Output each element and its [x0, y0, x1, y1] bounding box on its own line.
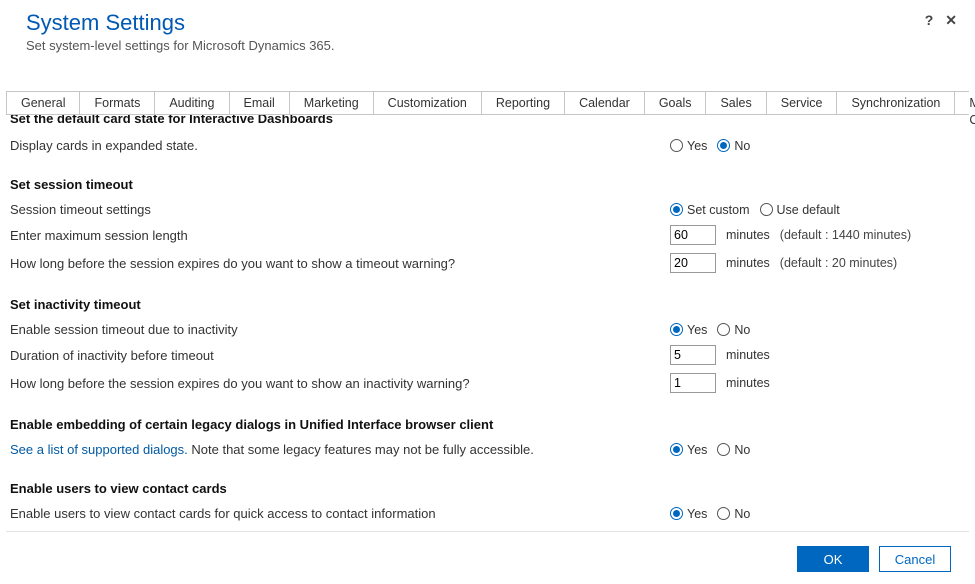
dialog-header: System Settings Set system-level setting…	[0, 0, 975, 61]
tab-general[interactable]: General	[6, 92, 80, 114]
radio-label: No	[734, 507, 750, 521]
radio-contact-yes[interactable]: Yes	[670, 507, 707, 521]
tab-formats[interactable]: Formats	[80, 92, 155, 114]
label-inactivity-duration: Duration of inactivity before timeout	[10, 348, 670, 363]
help-icon[interactable]: ?	[925, 12, 934, 29]
radio-set-custom[interactable]: Set custom	[670, 203, 750, 217]
label-display-cards: Display cards in expanded state.	[10, 138, 670, 153]
row-display-cards: Display cards in expanded state. Yes No	[10, 138, 965, 153]
radio-label: Yes	[687, 323, 707, 337]
radio-legacy-no[interactable]: No	[717, 443, 750, 457]
tab-auditing[interactable]: Auditing	[155, 92, 229, 114]
radio-label: Set custom	[687, 203, 750, 217]
row-enable-inactivity: Enable session timeout due to inactivity…	[10, 322, 965, 337]
tab-marketing[interactable]: Marketing	[290, 92, 374, 114]
close-icon[interactable]: ✕	[945, 12, 957, 29]
page-title: System Settings	[26, 10, 949, 36]
radio-inactivity-no[interactable]: No	[717, 323, 750, 337]
row-inactivity-duration: Duration of inactivity before timeout mi…	[10, 345, 965, 365]
input-max-session-length[interactable]	[670, 225, 716, 245]
section-heading-inactivity: Set inactivity timeout	[10, 297, 965, 312]
input-inactivity-duration[interactable]	[670, 345, 716, 365]
unit-minutes: minutes	[726, 228, 770, 242]
row-inactivity-warning: How long before the session expires do y…	[10, 373, 965, 393]
hint-max-session: (default : 1440 minutes)	[780, 228, 911, 242]
label-max-session-length: Enter maximum session length	[10, 228, 670, 243]
section-heading-session-timeout: Set session timeout	[10, 177, 965, 192]
unit-minutes: minutes	[726, 256, 770, 270]
radio-label: Use default	[777, 203, 840, 217]
cancel-button[interactable]: Cancel	[879, 546, 951, 572]
dialog-footer: OK Cancel	[797, 546, 951, 572]
radio-display-cards-no[interactable]: No	[717, 139, 750, 153]
radio-label: Yes	[687, 139, 707, 153]
label-legacy-note: See a list of supported dialogs. Note th…	[10, 442, 670, 457]
section-heading-legacy-dialogs: Enable embedding of certain legacy dialo…	[10, 417, 965, 432]
tab-bar: GeneralFormatsAuditingEmailMarketingCust…	[6, 91, 969, 115]
tab-service[interactable]: Service	[767, 92, 838, 114]
tab-reporting[interactable]: Reporting	[482, 92, 565, 114]
radio-use-default[interactable]: Use default	[760, 203, 840, 217]
row-legacy-dialogs: See a list of supported dialogs. Note th…	[10, 442, 965, 457]
hint-timeout-warning: (default : 20 minutes)	[780, 256, 897, 270]
radio-label: No	[734, 139, 750, 153]
section-heading-contact-cards: Enable users to view contact cards	[10, 481, 965, 496]
row-timeout-warning: How long before the session expires do y…	[10, 253, 965, 273]
footer-divider	[6, 531, 969, 532]
radio-label: No	[734, 443, 750, 457]
page-subtitle: Set system-level settings for Microsoft …	[26, 38, 949, 53]
text-legacy-note: Note that some legacy features may not b…	[188, 442, 534, 457]
unit-minutes: minutes	[726, 348, 770, 362]
tab-goals[interactable]: Goals	[645, 92, 707, 114]
input-timeout-warning[interactable]	[670, 253, 716, 273]
settings-content: Set the default card state for Interacti…	[0, 115, 975, 525]
radio-label: Yes	[687, 443, 707, 457]
input-inactivity-warning[interactable]	[670, 373, 716, 393]
section-heading-card-state: Set the default card state for Interacti…	[10, 115, 965, 126]
radio-label: Yes	[687, 507, 707, 521]
label-enable-inactivity: Enable session timeout due to inactivity	[10, 322, 670, 337]
radio-contact-no[interactable]: No	[717, 507, 750, 521]
tab-sales[interactable]: Sales	[706, 92, 766, 114]
link-supported-dialogs[interactable]: See a list of supported dialogs.	[10, 442, 188, 457]
unit-minutes: minutes	[726, 376, 770, 390]
row-session-settings: Session timeout settings Set custom Use …	[10, 202, 965, 217]
ok-button[interactable]: OK	[797, 546, 869, 572]
tab-email[interactable]: Email	[230, 92, 290, 114]
label-contact-cards: Enable users to view contact cards for q…	[10, 506, 670, 521]
label-inactivity-warning: How long before the session expires do y…	[10, 376, 670, 391]
tab-synchronization[interactable]: Synchronization	[837, 92, 955, 114]
tab-calendar[interactable]: Calendar	[565, 92, 645, 114]
label-timeout-warning: How long before the session expires do y…	[10, 256, 670, 271]
radio-legacy-yes[interactable]: Yes	[670, 443, 707, 457]
radio-label: No	[734, 323, 750, 337]
label-session-settings: Session timeout settings	[10, 202, 670, 217]
radio-inactivity-yes[interactable]: Yes	[670, 323, 707, 337]
tab-mobile-client[interactable]: Mobile Client	[955, 92, 975, 114]
tab-customization[interactable]: Customization	[374, 92, 482, 114]
row-max-session-length: Enter maximum session length minutes (de…	[10, 225, 965, 245]
radio-display-cards-yes[interactable]: Yes	[670, 139, 707, 153]
row-contact-cards: Enable users to view contact cards for q…	[10, 506, 965, 521]
